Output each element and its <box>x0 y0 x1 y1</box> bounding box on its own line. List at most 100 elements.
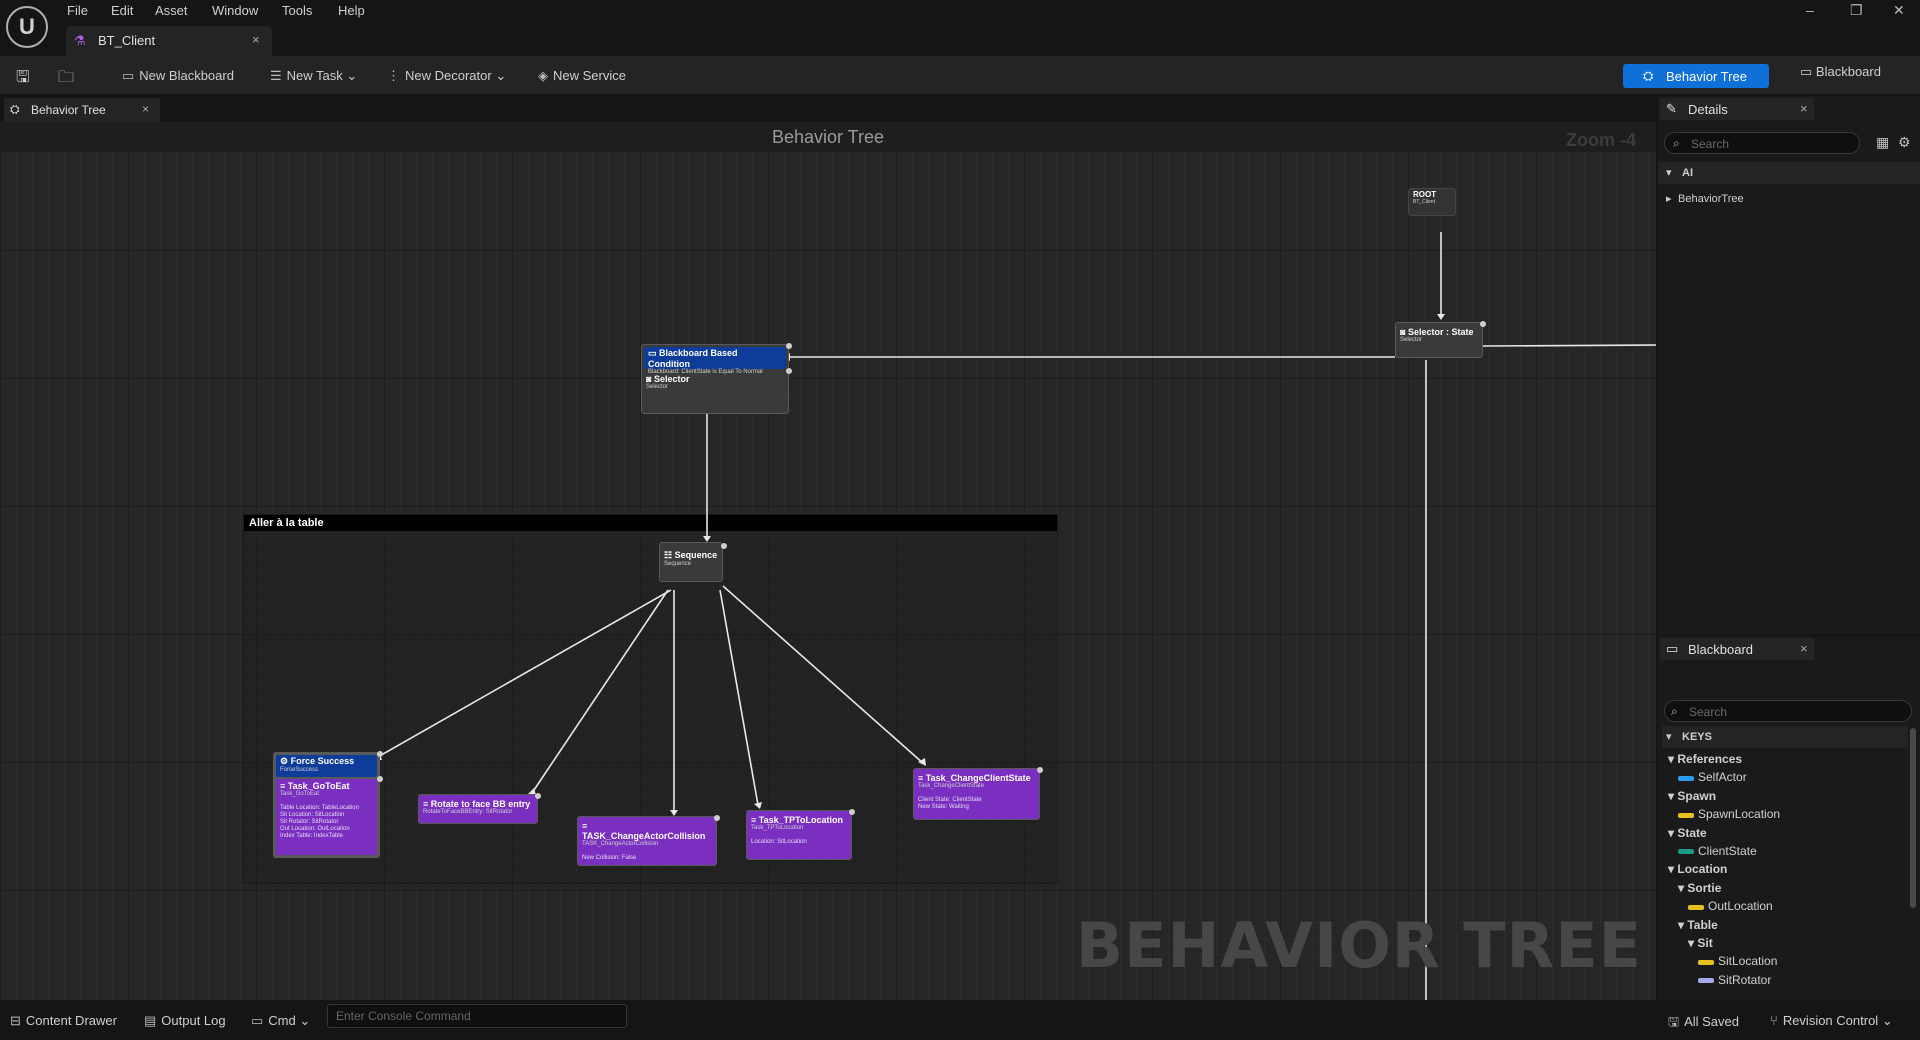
output-pin[interactable] <box>849 809 855 815</box>
output-pin[interactable] <box>535 793 541 799</box>
output-pin[interactable] <box>377 776 383 782</box>
selector-state-title: ◙ Selector : State <box>1396 323 1482 337</box>
gear-icon[interactable]: ⚙ <box>1898 134 1911 151</box>
output-pin[interactable] <box>377 751 383 757</box>
restore-icon[interactable]: ❐ <box>1850 2 1863 19</box>
output-pin[interactable] <box>714 815 720 821</box>
output-pin[interactable] <box>1037 767 1043 773</box>
details-search-input[interactable]: ⌕ Search <box>1664 132 1860 154</box>
rotate-node[interactable]: ≡ Rotate to face BB entry RotateToFaceBB… <box>418 794 538 824</box>
menu-asset[interactable]: Asset <box>155 3 188 18</box>
tree-icon: ⛭ <box>1643 68 1654 83</box>
goto-eat-node[interactable]: ⚙ Force Success ForceSuccess ≡ Task_GoTo… <box>273 752 380 858</box>
selector-state-text: Selector : State <box>1407 327 1474 337</box>
blackboard-mode-label: Blackboard <box>1815 64 1881 79</box>
new-task-button[interactable]: ☰ New Task ⌄ <box>270 68 357 84</box>
revision-control-button[interactable]: ⑂ Revision Control ⌄ <box>1770 1013 1893 1029</box>
graph-canvas[interactable]: Behavior Tree Zoom -4 Aller à la table R… <box>0 122 1656 1000</box>
close-icon[interactable]: × <box>252 32 260 47</box>
selector-node[interactable]: ▭ Blackboard Based Condition Blackboard:… <box>641 344 789 414</box>
new-service-button[interactable]: ◈ New Service <box>538 68 626 84</box>
table-view-icon[interactable]: ▦ <box>1876 134 1889 151</box>
chevron-down-icon: ▾ <box>1666 731 1672 743</box>
blackboard-category-row[interactable]: ▾ Spawn <box>1668 789 1716 803</box>
tp-location-node[interactable]: ≡ Task_TPToLocation Task_TPToLocation Lo… <box>746 810 852 860</box>
blackboard-row-label: OutLocation <box>1708 899 1773 914</box>
close-window-icon[interactable]: ✕ <box>1893 2 1905 19</box>
blackboard-key-row[interactable]: SpawnLocation <box>1678 807 1780 821</box>
arrow-head <box>754 802 762 809</box>
menu-window[interactable]: Window <box>212 3 258 18</box>
output-pin[interactable] <box>786 368 792 374</box>
all-saved-label: All Saved <box>1684 1014 1739 1029</box>
close-icon[interactable]: × <box>1800 641 1808 656</box>
blackboard-category-row[interactable]: ▾ State <box>1668 826 1707 840</box>
force-success-text: Force Success <box>290 756 355 766</box>
wire-seq-rotate <box>531 589 669 794</box>
all-saved-button[interactable]: 🖫 All Saved <box>1668 1013 1739 1035</box>
blackboard-key-row[interactable]: SitRotator <box>1698 973 1771 987</box>
keys-header[interactable]: ▾ KEYS <box>1662 726 1908 748</box>
cmd-dropdown[interactable]: ▭ Cmd ⌄ <box>251 1013 310 1029</box>
scrollbar[interactable] <box>1910 728 1916 908</box>
root-node[interactable]: ROOT BT_Client <box>1408 188 1456 216</box>
content-drawer-button[interactable]: ⊟ Content Drawer <box>10 1013 117 1029</box>
new-blackboard-button[interactable]: ▭ New Blackboard <box>122 68 234 84</box>
goto-eat-title: ≡ Task_GoToEat <box>276 779 377 791</box>
tab-blackboard[interactable]: ▭ Blackboard × <box>1660 638 1814 660</box>
menu-edit[interactable]: Edit <box>111 3 133 18</box>
key-type-color-icon <box>1678 812 1694 818</box>
selector-text: Selector <box>653 374 690 384</box>
blackboard-category-row[interactable]: ▾ Sortie <box>1678 881 1721 895</box>
unreal-logo-icon[interactable]: U <box>6 6 48 48</box>
blackboard-row-label: State <box>1677 825 1707 840</box>
blackboard-key-row[interactable]: SelfActor <box>1678 770 1747 784</box>
menu-help[interactable]: Help <box>338 3 365 18</box>
task-icon: ≡ <box>423 799 431 809</box>
output-log-label: Output Log <box>161 1013 226 1028</box>
force-success-sub: ForceSuccess <box>280 767 319 773</box>
menu-tools[interactable]: Tools <box>282 3 312 18</box>
blackboard-category-row[interactable]: ▾ Location <box>1668 862 1727 876</box>
blackboard-key-row[interactable]: OutLocation <box>1688 899 1773 913</box>
change-collision-node[interactable]: ≡ TASK_ChangeActorCollision TASK_ChangeA… <box>577 816 717 866</box>
output-pin[interactable] <box>721 543 727 549</box>
blackboard-icon: ▭ <box>1800 64 1813 79</box>
blackboard-category-row[interactable]: ▾ Sit <box>1688 936 1713 950</box>
console-command-input[interactable]: Enter Console Command <box>327 1004 627 1028</box>
tab-blackboard-label: Blackboard <box>1688 642 1754 657</box>
blackboard-mode-button[interactable]: ▭ Blackboard <box>1800 64 1881 80</box>
rotate-text: Rotate to face BB entry <box>430 799 531 809</box>
task-icon: ≡ <box>918 773 926 783</box>
close-icon[interactable]: × <box>142 102 149 116</box>
browse-icon[interactable]: 🗀 <box>58 66 74 93</box>
document-tab[interactable]: ⚗ BT_Client × <box>66 26 272 56</box>
blackboard-search-input[interactable]: ⌕ Search <box>1664 700 1912 722</box>
ai-section-header[interactable]: ▾ AI <box>1658 162 1920 184</box>
chevron-down-icon: ▾ <box>1668 752 1678 766</box>
menu-file[interactable]: File <box>67 3 88 18</box>
minimize-icon[interactable]: – <box>1806 2 1814 18</box>
force-success-decorator[interactable]: ⚙ Force Success ForceSuccess <box>276 755 377 777</box>
behavior-tree-mode-button[interactable]: ⛭ Behavior Tree <box>1623 64 1769 88</box>
selector-icon: ◙ <box>1400 327 1408 337</box>
output-pin[interactable] <box>1480 321 1486 327</box>
tree-icon: ⛭ <box>10 102 20 116</box>
blackboard-category-row[interactable]: ▾ Table <box>1678 918 1718 932</box>
sequence-node[interactable]: ☷ Sequence Sequence <box>659 542 723 582</box>
blackboard-key-row[interactable]: ClientState <box>1678 844 1757 858</box>
tab-details[interactable]: ✎ Details × <box>1660 98 1814 120</box>
selector-state-node[interactable]: ◙ Selector : State Selector <box>1395 322 1483 358</box>
new-decorator-button[interactable]: ⋮ New Decorator ⌄ <box>387 68 506 84</box>
blackboard-category-row[interactable]: ▾ References <box>1668 752 1742 766</box>
tab-behavior-tree[interactable]: ⛭ Behavior Tree × <box>4 98 160 122</box>
save-icon[interactable]: 🖫 <box>16 66 30 93</box>
blackboard-row-label: Spawn <box>1677 788 1717 803</box>
change-state-node[interactable]: ≡ Task_ChangeClientState Task_ChangeClie… <box>913 768 1040 820</box>
blackboard-key-row[interactable]: SitLocation <box>1698 954 1777 968</box>
behaviortree-property-row[interactable]: ▸ BehaviorTree <box>1658 188 1920 210</box>
blackboard-condition-decorator[interactable]: ▭ Blackboard Based Condition Blackboard:… <box>644 347 786 375</box>
close-icon[interactable]: × <box>1800 101 1808 116</box>
output-log-button[interactable]: ▤ Output Log <box>144 1013 226 1029</box>
output-pin[interactable] <box>786 343 792 349</box>
